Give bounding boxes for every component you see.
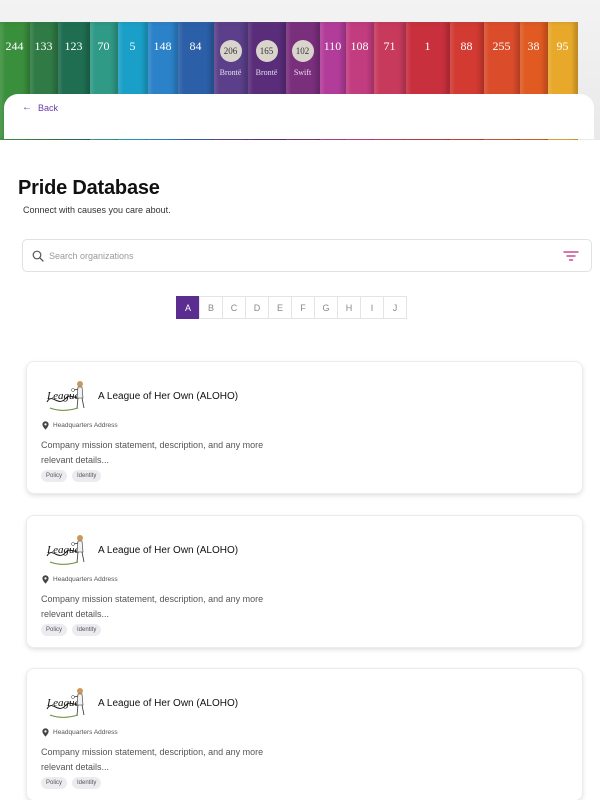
back-label: Back [38,102,59,113]
headquarters-address: Headquarters Address [42,421,118,430]
headquarters-address: Headquarters Address [42,575,118,584]
search-bar [22,239,592,272]
book-number: 148 [153,39,172,53]
tag-identity[interactable]: Identity [72,777,102,789]
book-number: 5 [129,39,136,53]
book-number: 95 [556,39,569,53]
page-title: Pride Database [18,177,160,199]
organization-name[interactable]: A League of Her Own (ALOHO) [98,545,238,556]
book-author: Swift [293,68,312,77]
tag-policy[interactable]: Policy [41,777,68,789]
book-number: 255 [492,39,511,53]
organization-logo: League [46,381,85,411]
alphabet-letter-h[interactable]: H [337,296,361,319]
book-number: 133 [34,39,53,53]
book-number: 165 [255,40,278,62]
book-number: 110 [323,39,342,53]
organization-description: Company mission statement, description, … [41,440,264,465]
tag-list: Policy Identity [41,624,102,636]
alphabet-letter-i[interactable]: I [360,296,384,319]
filter-icon[interactable] [563,250,579,262]
organization-card[interactable]: League A League of Her Own (ALOHO) Headq… [27,362,582,493]
tag-list: Policy Identity [41,777,102,789]
book-number: 123 [64,39,83,53]
book-author: Brontë [255,68,278,77]
book-number: 84 [189,39,202,53]
organization-card[interactable]: League A League of Her Own (ALOHO) Headq… [27,516,582,647]
book-number: 206 [219,40,242,62]
alphabet-filter: ABCDEFGHIJ [176,296,407,319]
book-number: 244 [5,39,24,53]
book-number: 88 [460,39,473,53]
book-number: 1 [424,39,431,53]
headquarters-address: Headquarters Address [42,728,118,737]
alphabet-letter-g[interactable]: G [314,296,338,319]
book-author: Brontë [219,68,242,77]
arrow-left-icon: ← [22,102,32,113]
book-number: 102 [291,40,314,62]
organization-card[interactable]: League A League of Her Own (ALOHO) Headq… [27,669,582,800]
organization-logo: League [46,688,85,718]
content-panel [4,94,594,139]
search-icon [32,250,44,262]
organization-logo-text: League [46,697,80,709]
organization-name[interactable]: A League of Her Own (ALOHO) [98,698,238,709]
organization-description: Company mission statement, description, … [41,747,264,772]
tag-identity[interactable]: Identity [72,624,102,636]
organization-logo-text: League [46,390,80,402]
alphabet-letter-b[interactable]: B [199,296,223,319]
back-link[interactable]: ← Back [22,102,58,113]
search-input[interactable] [49,250,563,261]
location-pin-icon [42,421,49,430]
organization-name[interactable]: A League of Her Own (ALOHO) [98,391,238,402]
address-label: Headquarters Address [53,422,118,429]
tag-policy[interactable]: Policy [41,470,68,482]
location-pin-icon [42,728,49,737]
organization-logo: League [46,535,85,565]
tag-list: Policy Identity [41,470,102,482]
tag-policy[interactable]: Policy [41,624,68,636]
alphabet-letter-d[interactable]: D [245,296,269,319]
organization-description: Company mission statement, description, … [41,594,264,619]
alphabet-letter-a[interactable]: A [176,296,200,319]
alphabet-letter-j[interactable]: J [383,296,407,319]
address-label: Headquarters Address [53,729,118,736]
book-number: 108 [350,39,369,53]
alphabet-letter-e[interactable]: E [268,296,292,319]
alphabet-letter-f[interactable]: F [291,296,315,319]
book-number: 38 [527,39,540,53]
organization-logo-text: League [46,544,80,556]
page-subtitle: Connect with causes you care about. [23,205,171,215]
location-pin-icon [42,575,49,584]
alphabet-letter-c[interactable]: C [222,296,246,319]
book-number: 70 [97,39,110,53]
book-number: 71 [383,39,396,53]
tag-identity[interactable]: Identity [72,470,102,482]
address-label: Headquarters Address [53,576,118,583]
